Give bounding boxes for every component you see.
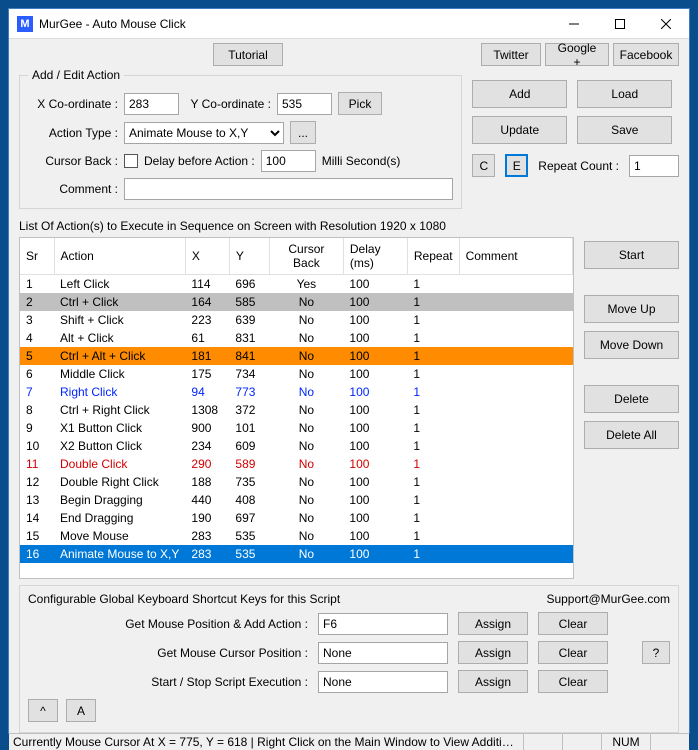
move-down-button[interactable]: Move Down: [584, 331, 679, 359]
table-row[interactable]: 6Middle Click175734No1001: [20, 365, 573, 383]
action-type-label: Action Type :: [28, 126, 118, 140]
move-up-button[interactable]: Move Up: [584, 295, 679, 323]
caret-button[interactable]: ^: [28, 699, 58, 722]
shortcut-input[interactable]: [318, 613, 448, 635]
action-type-select[interactable]: Animate Mouse to X,Y: [124, 122, 284, 144]
delay-unit: Milli Second(s): [322, 154, 401, 168]
client-area: Tutorial Twitter Google + Facebook Add /…: [9, 39, 689, 733]
save-button[interactable]: Save: [577, 116, 672, 144]
repeat-label: Repeat Count :: [538, 159, 619, 173]
assign-button[interactable]: Assign: [458, 612, 528, 635]
maximize-button[interactable]: [597, 9, 643, 39]
y-input[interactable]: [277, 93, 332, 115]
titlebar: M MurGee - Auto Mouse Click: [9, 9, 689, 39]
app-window: M MurGee - Auto Mouse Click Tutorial Twi…: [8, 8, 690, 734]
googleplus-button[interactable]: Google +: [545, 43, 609, 66]
table-row[interactable]: 14End Dragging190697No1001: [20, 509, 573, 527]
pick-button[interactable]: Pick: [338, 92, 382, 115]
a-button[interactable]: A: [66, 699, 96, 722]
col-delay[interactable]: Delay (ms): [343, 238, 407, 275]
status-text: Currently Mouse Cursor At X = 775, Y = 6…: [13, 735, 519, 749]
col-x[interactable]: X: [185, 238, 229, 275]
action-type-more-button[interactable]: ...: [290, 121, 316, 144]
table-row[interactable]: 4Alt + Click61831No1001: [20, 329, 573, 347]
delay-label: Delay before Action :: [144, 154, 255, 168]
c-button[interactable]: C: [472, 154, 495, 177]
assign-button[interactable]: Assign: [458, 641, 528, 664]
table-row[interactable]: 11Double Click290589No1001: [20, 455, 573, 473]
table-row[interactable]: 10X2 Button Click234609No1001: [20, 437, 573, 455]
main-buttons-area: Add Load Update Save C E Repeat Count :: [472, 68, 679, 215]
comment-input[interactable]: [124, 178, 453, 200]
close-button[interactable]: [643, 9, 689, 39]
table-row[interactable]: 8Ctrl + Right Click1308372No1001: [20, 401, 573, 419]
num-indicator: NUM: [606, 735, 646, 749]
delete-all-button[interactable]: Delete All: [584, 421, 679, 449]
table-row[interactable]: 16Animate Mouse to X,Y283535No1001: [20, 545, 573, 563]
help-button[interactable]: ?: [642, 641, 670, 664]
assign-button[interactable]: Assign: [458, 670, 528, 693]
cursor-back-checkbox[interactable]: [124, 154, 138, 168]
col-cursor-back[interactable]: Cursor Back: [269, 238, 343, 275]
clear-button[interactable]: Clear: [538, 612, 608, 635]
shortcut-label: Get Mouse Cursor Position :: [28, 646, 308, 660]
add-edit-group: Add / Edit Action X Co-ordinate : Y Co-o…: [19, 68, 462, 209]
table-row[interactable]: 7Right Click94773No1001: [20, 383, 573, 401]
start-button[interactable]: Start: [584, 241, 679, 269]
shortcut-label: Get Mouse Position & Add Action :: [28, 617, 308, 631]
table-row[interactable]: 15Move Mouse283535No1001: [20, 527, 573, 545]
table-row[interactable]: 2Ctrl + Click164585No1001: [20, 293, 573, 311]
col-comment[interactable]: Comment: [459, 238, 572, 275]
col-action[interactable]: Action: [54, 238, 185, 275]
col-sr[interactable]: Sr: [20, 238, 54, 275]
window-title: MurGee - Auto Mouse Click: [39, 17, 551, 31]
shortcut-label: Start / Stop Script Execution :: [28, 675, 308, 689]
table-row[interactable]: 1Left Click114696Yes1001: [20, 275, 573, 294]
table-row[interactable]: 9X1 Button Click900101No1001: [20, 419, 573, 437]
repeat-input[interactable]: [629, 155, 679, 177]
support-link[interactable]: Support@MurGee.com: [546, 592, 670, 606]
app-logo-icon: M: [17, 16, 33, 32]
clear-button[interactable]: Clear: [538, 670, 608, 693]
col-y[interactable]: Y: [229, 238, 269, 275]
delay-input[interactable]: [261, 150, 316, 172]
add-button[interactable]: Add: [472, 80, 567, 108]
action-list[interactable]: Sr Action X Y Cursor Back Delay (ms) Rep…: [19, 237, 574, 579]
table-row[interactable]: 13Begin Dragging440408No1001: [20, 491, 573, 509]
table-row[interactable]: 5Ctrl + Alt + Click181841No1001: [20, 347, 573, 365]
table-row[interactable]: 12Double Right Click188735No1001: [20, 473, 573, 491]
e-button[interactable]: E: [505, 154, 528, 177]
twitter-button[interactable]: Twitter: [481, 43, 541, 66]
x-input[interactable]: [124, 93, 179, 115]
update-button[interactable]: Update: [472, 116, 567, 144]
list-caption: List Of Action(s) to Execute in Sequence…: [19, 219, 679, 233]
clear-button[interactable]: Clear: [538, 641, 608, 664]
shortcut-title: Configurable Global Keyboard Shortcut Ke…: [28, 592, 340, 606]
shortcut-input[interactable]: [318, 671, 448, 693]
facebook-button[interactable]: Facebook: [613, 43, 679, 66]
col-repeat[interactable]: Repeat: [407, 238, 459, 275]
shortcut-group: Configurable Global Keyboard Shortcut Ke…: [19, 585, 679, 733]
cursor-back-label: Cursor Back :: [28, 154, 118, 168]
comment-label: Comment :: [28, 182, 118, 196]
y-label: Y Co-ordinate :: [185, 97, 271, 111]
tutorial-button[interactable]: Tutorial: [213, 43, 283, 66]
minimize-button[interactable]: [551, 9, 597, 39]
shortcut-input[interactable]: [318, 642, 448, 664]
x-label: X Co-ordinate :: [28, 97, 118, 111]
table-row[interactable]: 3Shift + Click223639No1001: [20, 311, 573, 329]
load-button[interactable]: Load: [577, 80, 672, 108]
delete-button[interactable]: Delete: [584, 385, 679, 413]
group-legend: Add / Edit Action: [28, 68, 124, 82]
